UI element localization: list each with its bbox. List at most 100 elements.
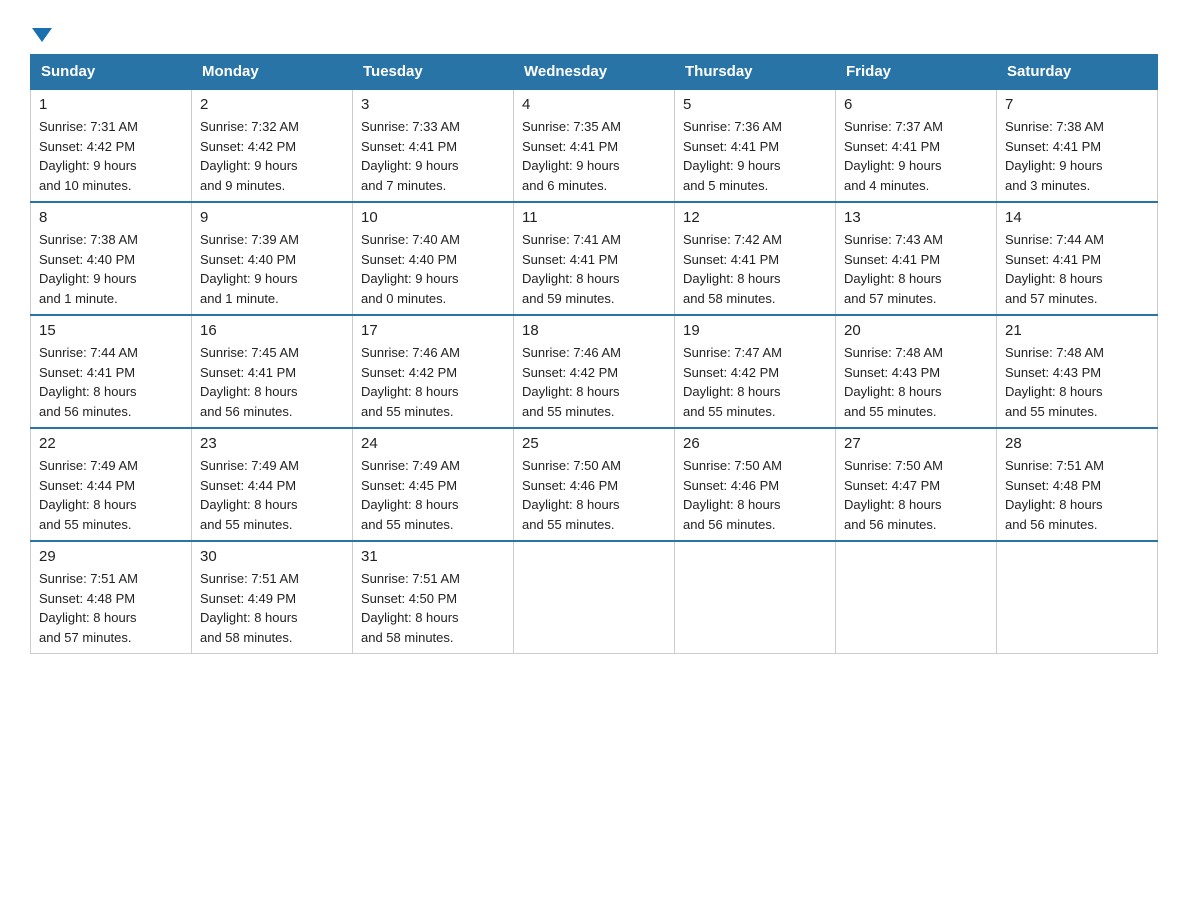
day-number: 3 [361, 96, 505, 113]
day-number: 29 [39, 548, 183, 565]
calendar-week-row: 22 Sunrise: 7:49 AMSunset: 4:44 PMDaylig… [31, 428, 1158, 541]
calendar-cell: 13 Sunrise: 7:43 AMSunset: 4:41 PMDaylig… [836, 202, 997, 315]
day-info: Sunrise: 7:51 AMSunset: 4:48 PMDaylight:… [1005, 456, 1149, 534]
day-info: Sunrise: 7:44 AMSunset: 4:41 PMDaylight:… [39, 343, 183, 421]
day-number: 9 [200, 209, 344, 226]
calendar-cell: 31 Sunrise: 7:51 AMSunset: 4:50 PMDaylig… [353, 541, 514, 654]
day-info: Sunrise: 7:49 AMSunset: 4:44 PMDaylight:… [39, 456, 183, 534]
calendar-cell: 10 Sunrise: 7:40 AMSunset: 4:40 PMDaylig… [353, 202, 514, 315]
day-info: Sunrise: 7:44 AMSunset: 4:41 PMDaylight:… [1005, 230, 1149, 308]
calendar-week-row: 15 Sunrise: 7:44 AMSunset: 4:41 PMDaylig… [31, 315, 1158, 428]
day-info: Sunrise: 7:35 AMSunset: 4:41 PMDaylight:… [522, 117, 666, 195]
calendar-week-row: 1 Sunrise: 7:31 AMSunset: 4:42 PMDayligh… [31, 89, 1158, 202]
day-number: 30 [200, 548, 344, 565]
calendar-week-row: 8 Sunrise: 7:38 AMSunset: 4:40 PMDayligh… [31, 202, 1158, 315]
calendar-cell [836, 541, 997, 654]
calendar-cell: 24 Sunrise: 7:49 AMSunset: 4:45 PMDaylig… [353, 428, 514, 541]
logo-arrow-icon [32, 28, 52, 42]
calendar-cell: 9 Sunrise: 7:39 AMSunset: 4:40 PMDayligh… [192, 202, 353, 315]
column-header-thursday: Thursday [675, 55, 836, 90]
day-number: 27 [844, 435, 988, 452]
day-info: Sunrise: 7:49 AMSunset: 4:44 PMDaylight:… [200, 456, 344, 534]
day-info: Sunrise: 7:45 AMSunset: 4:41 PMDaylight:… [200, 343, 344, 421]
column-header-saturday: Saturday [997, 55, 1158, 90]
day-info: Sunrise: 7:51 AMSunset: 4:48 PMDaylight:… [39, 569, 183, 647]
day-number: 8 [39, 209, 183, 226]
day-info: Sunrise: 7:49 AMSunset: 4:45 PMDaylight:… [361, 456, 505, 534]
day-number: 22 [39, 435, 183, 452]
day-number: 12 [683, 209, 827, 226]
calendar-cell: 18 Sunrise: 7:46 AMSunset: 4:42 PMDaylig… [514, 315, 675, 428]
calendar-cell: 15 Sunrise: 7:44 AMSunset: 4:41 PMDaylig… [31, 315, 192, 428]
day-number: 1 [39, 96, 183, 113]
day-info: Sunrise: 7:46 AMSunset: 4:42 PMDaylight:… [361, 343, 505, 421]
day-info: Sunrise: 7:40 AMSunset: 4:40 PMDaylight:… [361, 230, 505, 308]
calendar-cell: 19 Sunrise: 7:47 AMSunset: 4:42 PMDaylig… [675, 315, 836, 428]
day-info: Sunrise: 7:36 AMSunset: 4:41 PMDaylight:… [683, 117, 827, 195]
calendar-cell: 4 Sunrise: 7:35 AMSunset: 4:41 PMDayligh… [514, 89, 675, 202]
day-number: 6 [844, 96, 988, 113]
day-info: Sunrise: 7:51 AMSunset: 4:50 PMDaylight:… [361, 569, 505, 647]
day-info: Sunrise: 7:41 AMSunset: 4:41 PMDaylight:… [522, 230, 666, 308]
calendar-cell: 16 Sunrise: 7:45 AMSunset: 4:41 PMDaylig… [192, 315, 353, 428]
day-number: 20 [844, 322, 988, 339]
day-info: Sunrise: 7:33 AMSunset: 4:41 PMDaylight:… [361, 117, 505, 195]
day-info: Sunrise: 7:38 AMSunset: 4:40 PMDaylight:… [39, 230, 183, 308]
column-header-wednesday: Wednesday [514, 55, 675, 90]
day-number: 26 [683, 435, 827, 452]
day-info: Sunrise: 7:50 AMSunset: 4:47 PMDaylight:… [844, 456, 988, 534]
day-number: 4 [522, 96, 666, 113]
calendar-cell [997, 541, 1158, 654]
calendar-cell: 8 Sunrise: 7:38 AMSunset: 4:40 PMDayligh… [31, 202, 192, 315]
calendar-cell: 17 Sunrise: 7:46 AMSunset: 4:42 PMDaylig… [353, 315, 514, 428]
calendar-cell [675, 541, 836, 654]
calendar-week-row: 29 Sunrise: 7:51 AMSunset: 4:48 PMDaylig… [31, 541, 1158, 654]
day-info: Sunrise: 7:31 AMSunset: 4:42 PMDaylight:… [39, 117, 183, 195]
calendar-cell: 23 Sunrise: 7:49 AMSunset: 4:44 PMDaylig… [192, 428, 353, 541]
day-number: 25 [522, 435, 666, 452]
day-info: Sunrise: 7:50 AMSunset: 4:46 PMDaylight:… [683, 456, 827, 534]
column-header-sunday: Sunday [31, 55, 192, 90]
day-number: 15 [39, 322, 183, 339]
day-info: Sunrise: 7:38 AMSunset: 4:41 PMDaylight:… [1005, 117, 1149, 195]
day-number: 21 [1005, 322, 1149, 339]
day-info: Sunrise: 7:46 AMSunset: 4:42 PMDaylight:… [522, 343, 666, 421]
calendar-cell: 28 Sunrise: 7:51 AMSunset: 4:48 PMDaylig… [997, 428, 1158, 541]
calendar-cell: 1 Sunrise: 7:31 AMSunset: 4:42 PMDayligh… [31, 89, 192, 202]
day-info: Sunrise: 7:51 AMSunset: 4:49 PMDaylight:… [200, 569, 344, 647]
calendar-cell: 26 Sunrise: 7:50 AMSunset: 4:46 PMDaylig… [675, 428, 836, 541]
logo [30, 20, 52, 44]
calendar-header-row: SundayMondayTuesdayWednesdayThursdayFrid… [31, 55, 1158, 90]
day-number: 17 [361, 322, 505, 339]
day-number: 16 [200, 322, 344, 339]
day-info: Sunrise: 7:37 AMSunset: 4:41 PMDaylight:… [844, 117, 988, 195]
day-info: Sunrise: 7:32 AMSunset: 4:42 PMDaylight:… [200, 117, 344, 195]
column-header-monday: Monday [192, 55, 353, 90]
day-info: Sunrise: 7:39 AMSunset: 4:40 PMDaylight:… [200, 230, 344, 308]
day-number: 7 [1005, 96, 1149, 113]
day-number: 28 [1005, 435, 1149, 452]
day-info: Sunrise: 7:48 AMSunset: 4:43 PMDaylight:… [844, 343, 988, 421]
column-header-friday: Friday [836, 55, 997, 90]
calendar-cell: 20 Sunrise: 7:48 AMSunset: 4:43 PMDaylig… [836, 315, 997, 428]
day-number: 2 [200, 96, 344, 113]
calendar-cell [514, 541, 675, 654]
day-number: 19 [683, 322, 827, 339]
calendar-cell: 11 Sunrise: 7:41 AMSunset: 4:41 PMDaylig… [514, 202, 675, 315]
calendar-cell: 25 Sunrise: 7:50 AMSunset: 4:46 PMDaylig… [514, 428, 675, 541]
calendar-cell: 14 Sunrise: 7:44 AMSunset: 4:41 PMDaylig… [997, 202, 1158, 315]
column-header-tuesday: Tuesday [353, 55, 514, 90]
page-header [30, 20, 1158, 44]
calendar-cell: 27 Sunrise: 7:50 AMSunset: 4:47 PMDaylig… [836, 428, 997, 541]
day-info: Sunrise: 7:42 AMSunset: 4:41 PMDaylight:… [683, 230, 827, 308]
day-info: Sunrise: 7:48 AMSunset: 4:43 PMDaylight:… [1005, 343, 1149, 421]
day-info: Sunrise: 7:43 AMSunset: 4:41 PMDaylight:… [844, 230, 988, 308]
calendar-cell: 30 Sunrise: 7:51 AMSunset: 4:49 PMDaylig… [192, 541, 353, 654]
day-number: 11 [522, 209, 666, 226]
day-number: 31 [361, 548, 505, 565]
day-number: 24 [361, 435, 505, 452]
calendar-cell: 3 Sunrise: 7:33 AMSunset: 4:41 PMDayligh… [353, 89, 514, 202]
day-number: 18 [522, 322, 666, 339]
day-number: 13 [844, 209, 988, 226]
day-number: 14 [1005, 209, 1149, 226]
